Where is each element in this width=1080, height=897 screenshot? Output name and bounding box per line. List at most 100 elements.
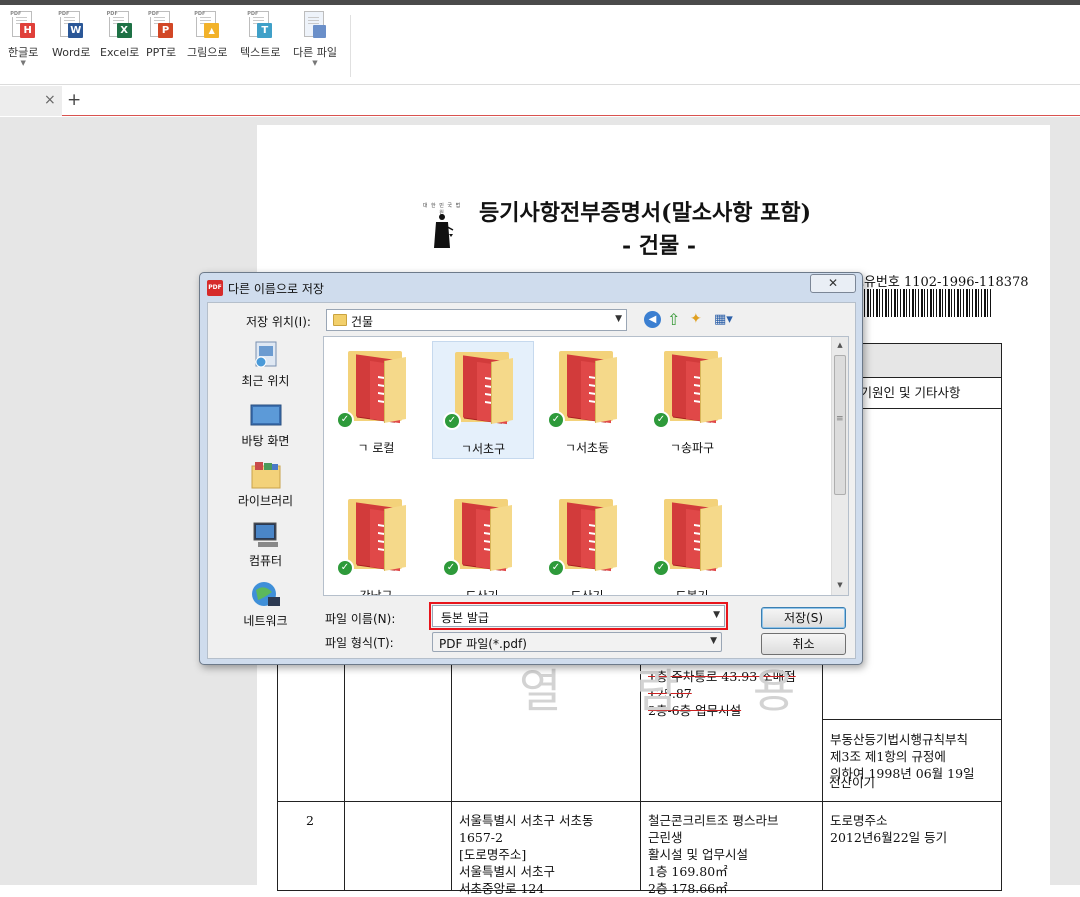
up-folder-icon[interactable]: ⇧ (667, 311, 684, 328)
folder-item[interactable]: ✓ ㄱ서초동 (537, 341, 639, 459)
other-file-icon (302, 11, 328, 41)
convert-image-button[interactable]: PDF ▲ 그림으로 (187, 11, 227, 60)
address-line: 서울특별시 서초구 (459, 864, 555, 879)
folder-name: ㄱ서초구 (460, 442, 506, 456)
detail-line: 1층 169.80㎡ (648, 864, 728, 879)
place-computer[interactable]: 컴퓨터 (214, 516, 317, 572)
scroll-down-icon[interactable]: ▼ (832, 577, 848, 593)
row2-detail-cell: 철근콘크리트조 평스라브 근린생 활시설 및 업무시설 1층 169.80㎡ 2… (640, 801, 823, 896)
folder-item[interactable]: ✓ 도봉기 (642, 489, 744, 595)
hwp-file-icon: PDF H (10, 11, 36, 41)
dialog-title: 다른 이름으로 저장 (228, 282, 324, 296)
chevron-down-icon[interactable]: ▼ (713, 610, 720, 620)
folder-item-selected[interactable]: ✓ ㄱ서초구 (432, 341, 534, 459)
file-list[interactable]: ✓ ㄱ 로컬 ✓ ㄱ서초구 ✓ ㄱ서초동 ✓ ㄱ송파구 ✓ 강남구 ✓ 도산기 (323, 336, 849, 596)
close-icon[interactable]: ✕ (810, 274, 856, 293)
view-menu-icon[interactable]: ▦▾ (714, 311, 740, 328)
chevron-down-icon[interactable]: ▼ (615, 314, 622, 324)
pdf-folder-icon: ✓ (652, 493, 734, 577)
add-tab-icon[interactable]: + (67, 90, 81, 110)
place-network[interactable]: 네트워크 (214, 576, 317, 632)
filename-label: 파일 이름(N): (325, 612, 396, 626)
sync-check-icon: ✓ (336, 559, 354, 577)
note-line: 도로명주소 (830, 813, 888, 828)
place-label: 바탕 화면 (241, 434, 290, 448)
convert-hwp-label: 한글로 (8, 46, 39, 59)
ppt-file-icon: PDF P (148, 11, 174, 41)
detail-line: 철근콘크리트조 평스라브 (648, 813, 779, 828)
filetype-value: PDF 파일(*.pdf) (439, 637, 527, 651)
filename-value: 등본 발급 (441, 611, 489, 625)
document-title: 등기사항전부증명서(말소사항 포함) (479, 200, 812, 226)
pdf-folder-icon: ✓ (336, 493, 418, 577)
registration-number: 고유번호 1102-1996-118378 (852, 275, 1029, 290)
conversion-toolbar: PDF H 한글로 ▼ PDF W Word로 PDF X Excel로 PDF P P… (0, 5, 1080, 85)
folder-item[interactable]: ✓ ㄱ 로컬 (326, 341, 428, 459)
scroll-thumb[interactable] (834, 355, 846, 495)
image-file-icon: PDF ▲ (194, 11, 220, 41)
pdf-app-icon: PDF (207, 280, 223, 296)
justice-figure-icon (434, 214, 454, 248)
folder-name: ㄱ송파구 (669, 441, 715, 455)
sync-check-icon: ✓ (442, 559, 460, 577)
place-desktop[interactable]: 바탕 화면 (214, 396, 317, 452)
barcode (855, 289, 993, 317)
folder-item[interactable]: ✓ ㄱ송파구 (642, 341, 744, 459)
row2-address-cell: 서울특별시 서초구 서초동 1657-2 [도로명주소] 서울특별시 서초구 서… (451, 801, 641, 896)
address-line: [도로명주소] (459, 847, 527, 862)
folder-name: 도산기 (570, 589, 604, 596)
save-location-combo[interactable]: 건물 ▼ (326, 309, 627, 331)
scroll-up-icon[interactable]: ▲ (832, 337, 848, 353)
folder-item[interactable]: ✓ 도산기 (432, 489, 534, 595)
sync-check-icon: ✓ (336, 411, 354, 429)
filetype-label: 파일 형식(T): (325, 636, 394, 650)
header-cause-label: 등기원인 및 기타사항 (849, 385, 961, 400)
navigation-icons: ◀ ⇧ ✦ ▦▾ (644, 311, 744, 331)
document-tab[interactable]: × (0, 86, 62, 116)
sync-check-icon: ✓ (652, 559, 670, 577)
save-button[interactable]: 저장(S) (761, 607, 846, 629)
folder-icon (333, 314, 347, 326)
convert-excel-button[interactable]: PDF X Excel로 (100, 11, 139, 60)
vertical-scrollbar[interactable]: ▲ ▼ (831, 337, 848, 595)
convert-text-button[interactable]: PDF T 텍스트로 (240, 11, 280, 60)
address-line: 서초중앙로 124 (459, 881, 545, 896)
folder-item[interactable]: ✓ 강남구 (326, 489, 428, 595)
close-tab-icon[interactable]: × (44, 92, 56, 108)
detail-line: 활시설 및 업무시설 (648, 847, 748, 862)
dropdown-arrow-icon[interactable]: ▼ (293, 60, 337, 67)
pdf-folder-icon: ✓ (547, 493, 629, 577)
folder-item[interactable]: ✓ 도산기 (537, 489, 639, 596)
document-subtitle: - 건물 - (622, 233, 697, 259)
new-folder-icon[interactable]: ✦ (690, 311, 707, 328)
convert-word-label: Word로 (52, 46, 91, 59)
desktop-icon (250, 400, 282, 430)
folder-name: ㄱ서초동 (564, 441, 610, 455)
cancel-button[interactable]: 취소 (761, 633, 846, 655)
convert-hwp-button[interactable]: PDF H 한글로 ▼ (8, 11, 39, 67)
places-bar: 최근 위치 바탕 화면 라이브러리 컴퓨터 네트워크 (214, 336, 317, 628)
pdf-folder-icon: ✓ (652, 345, 734, 429)
sync-check-icon: ✓ (547, 559, 565, 577)
sync-check-icon: ✓ (652, 411, 670, 429)
back-icon[interactable]: ◀ (644, 311, 661, 328)
row2-num-cell: 2 (277, 801, 345, 891)
place-label: 네트워크 (243, 614, 288, 628)
dialog-titlebar[interactable]: PDF 다른 이름으로 저장 ✕ (200, 273, 862, 301)
dropdown-arrow-icon[interactable]: ▼ (8, 60, 38, 67)
place-label: 컴퓨터 (248, 554, 283, 568)
convert-ppt-button[interactable]: PDF P PPT로 (146, 11, 176, 60)
row2-note-cell: 도로명주소 2012년6월22일 등기 (822, 801, 1002, 891)
detail-line: 근린생 (648, 830, 683, 845)
convert-word-button[interactable]: PDF W Word로 (52, 11, 90, 60)
place-recent[interactable]: 최근 위치 (214, 336, 317, 392)
convert-excel-label: Excel로 (100, 46, 140, 59)
convert-image-label: 그림으로 (187, 46, 228, 59)
place-libraries[interactable]: 라이브러리 (214, 456, 317, 512)
filename-input[interactable]: 등본 발급 ▼ (429, 602, 728, 630)
chevron-down-icon[interactable]: ▼ (710, 636, 717, 646)
filetype-select[interactable]: PDF 파일(*.pdf) ▼ (432, 632, 722, 652)
pdf-folder-icon: ✓ (336, 345, 418, 429)
save-as-dialog: PDF 다른 이름으로 저장 ✕ 저장 위치(I): 건물 ▼ ◀ ⇧ ✦ ▦▾… (199, 272, 863, 665)
convert-other-button[interactable]: 다른 파일 ▼ (293, 11, 337, 67)
